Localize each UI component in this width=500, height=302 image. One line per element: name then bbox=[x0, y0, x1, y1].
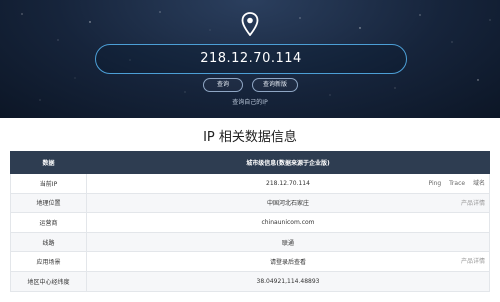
row-value-cell: 联通 bbox=[86, 231, 490, 253]
row-value-cell: chinaunicom.com bbox=[86, 212, 490, 233]
table-row: 运营商 chinaunicom.com bbox=[10, 212, 490, 233]
query-own-ip-link[interactable]: 查询自己的IP bbox=[0, 97, 500, 106]
row-label: 线路 bbox=[10, 231, 87, 253]
current-ip-value: 218.12.70.114 bbox=[266, 179, 310, 187]
row-value-cell: 38.04921,114.48893 bbox=[86, 270, 490, 292]
product-detail-link[interactable]: 产品详情 bbox=[461, 194, 485, 213]
isp-value: chinaunicom.com bbox=[261, 218, 315, 226]
row-label: 应用场景 bbox=[10, 251, 87, 272]
row-label: 地理位置 bbox=[10, 192, 87, 214]
table-row: 地区中心经纬度 38.04921,114.48893 bbox=[10, 270, 490, 292]
table-header-city-info: 城市级信息(数据来源于企业版) bbox=[86, 151, 490, 174]
product-detail-link[interactable]: 产品详情 bbox=[461, 252, 485, 271]
coordinates-value: 38.04921,114.48893 bbox=[256, 277, 320, 285]
row-value-cell: 请登录后查看 产品详情 bbox=[86, 251, 490, 272]
location-pin-icon bbox=[241, 12, 259, 36]
ping-link[interactable]: Ping bbox=[428, 180, 441, 187]
table-row: 线路 联通 bbox=[10, 231, 490, 253]
table-header-data: 数据 bbox=[10, 151, 87, 174]
ip-info-table: 数据 城市级信息(数据来源于企业版) 当前IP 218.12.70.114 Pi… bbox=[10, 151, 490, 292]
row-label: 运营商 bbox=[10, 212, 87, 233]
table-row: 当前IP 218.12.70.114 Ping Trace 域名 bbox=[10, 173, 490, 194]
table-header-row: 数据 城市级信息(数据来源于企业版) bbox=[10, 151, 490, 174]
row-label: 地区中心经纬度 bbox=[10, 270, 87, 292]
trace-link[interactable]: Trace bbox=[449, 180, 465, 187]
row-label: 当前IP bbox=[10, 173, 87, 194]
tool-links: Ping Trace 域名 bbox=[422, 174, 485, 193]
row-value-cell: 218.12.70.114 Ping Trace 域名 bbox=[86, 173, 490, 194]
table-row: 地理位置 中国河北石家庄 产品详情 bbox=[10, 192, 490, 214]
row-value-cell: 中国河北石家庄 产品详情 bbox=[86, 192, 490, 214]
domain-link[interactable]: 域名 bbox=[473, 180, 485, 187]
login-to-view-link[interactable]: 请登录后查看 bbox=[270, 257, 306, 266]
section-title: IP 相关数据信息 bbox=[203, 130, 297, 145]
query-button[interactable]: 查询 bbox=[203, 78, 243, 92]
query-new-version-button[interactable]: 查询新版 bbox=[252, 78, 298, 92]
line-value: 联通 bbox=[281, 239, 294, 247]
ip-search-input[interactable]: 218.12.70.114 bbox=[95, 44, 407, 74]
location-value: 中国河北石家庄 bbox=[266, 200, 309, 208]
hero-banner: 218.12.70.114 查询 查询新版 查询自己的IP bbox=[0, 0, 500, 118]
table-row: 应用场景 请登录后查看 产品详情 bbox=[10, 251, 490, 272]
